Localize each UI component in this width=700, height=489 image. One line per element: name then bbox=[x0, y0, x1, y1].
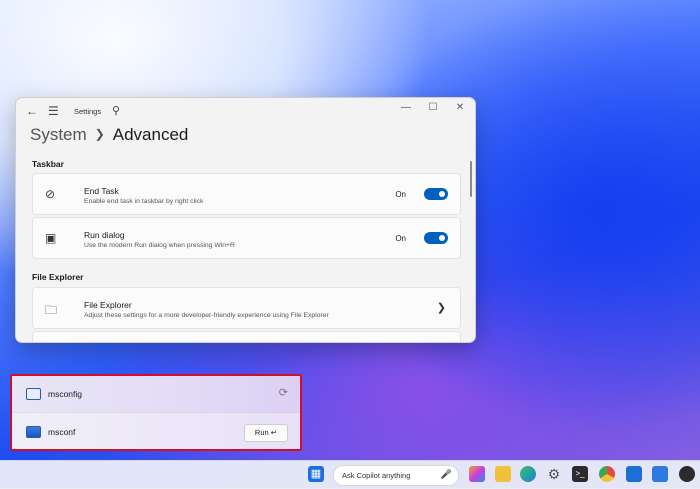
taskbar: ▦ Ask Copilot anything 🎤 ⚙ >_ bbox=[0, 460, 700, 489]
search-icon[interactable]: ⚲ bbox=[112, 104, 120, 117]
taskbar-search[interactable]: Ask Copilot anything 🎤 bbox=[333, 465, 459, 486]
folder-icon: 🗀 bbox=[45, 303, 58, 317]
run-input[interactable]: msconf bbox=[48, 427, 75, 437]
minimize-icon[interactable]: — bbox=[399, 102, 413, 113]
arrow-left-icon[interactable]: ← bbox=[26, 104, 38, 118]
title-bar: ← ☰ Settings ⚲ — ☐ ✕ bbox=[16, 98, 475, 126]
section-taskbar-title: Taskbar bbox=[32, 159, 64, 169]
chevron-right-icon: ❯ bbox=[436, 302, 446, 314]
enter-icon: ↵ bbox=[270, 428, 278, 437]
run-app-icon bbox=[26, 426, 41, 438]
store-icon[interactable] bbox=[652, 466, 668, 482]
window-app-icon bbox=[26, 388, 41, 400]
run-button[interactable]: Run ↵ bbox=[244, 424, 288, 442]
file-explorer-setting[interactable]: 🗀 File Explorer Adjust these settings fo… bbox=[32, 287, 461, 329]
run-dialog: msconfig ⟳ msconf Run ↵ bbox=[10, 374, 302, 451]
section-file-explorer-title: File Explorer bbox=[32, 272, 84, 282]
run-button-label: Run bbox=[254, 428, 269, 437]
setting-title: Run dialog bbox=[84, 230, 125, 240]
search-placeholder: Ask Copilot anything bbox=[342, 471, 411, 480]
run-dialog-toggle[interactable] bbox=[424, 232, 448, 244]
next-setting-card[interactable] bbox=[32, 331, 461, 342]
setting-description: Use the modern Run dialog when pressing … bbox=[84, 242, 235, 249]
maximize-icon[interactable]: ☐ bbox=[426, 102, 440, 113]
settings-window: ← ☰ Settings ⚲ — ☐ ✕ System ❯ Advanced Tas… bbox=[15, 97, 476, 343]
run-input-row[interactable]: msconf Run ↵ bbox=[12, 412, 300, 449]
setting-title: End Task bbox=[84, 186, 119, 196]
chevron-right-icon: ❯ bbox=[94, 127, 105, 141]
outlook-icon[interactable] bbox=[626, 466, 642, 482]
window-title: Settings bbox=[74, 107, 102, 116]
file-explorer-icon[interactable] bbox=[495, 466, 511, 482]
end-task-toggle[interactable] bbox=[424, 188, 448, 200]
setting-description: Enable end task in taskbar by right clic… bbox=[84, 198, 204, 205]
toggle-state-label: On bbox=[395, 234, 406, 243]
copilot-icon[interactable] bbox=[469, 466, 485, 482]
toggle-state-label: On bbox=[395, 190, 406, 199]
page-title: Advanced bbox=[112, 125, 189, 144]
end-task-icon: ⊘ bbox=[45, 187, 56, 201]
suggestion-text: msconfig bbox=[48, 389, 83, 399]
breadcrumb-system[interactable]: System bbox=[30, 125, 87, 144]
edge-icon[interactable] bbox=[520, 466, 536, 482]
history-icon: ⟳ bbox=[278, 387, 288, 399]
hamburger-icon[interactable]: ☰ bbox=[48, 104, 59, 118]
start-icon[interactable]: ▦ bbox=[308, 466, 324, 482]
terminal-icon[interactable]: >_ bbox=[572, 466, 588, 482]
run-dialog-icon: ▣ bbox=[45, 231, 57, 245]
close-icon[interactable]: ✕ bbox=[453, 102, 467, 113]
run-suggestion-row[interactable]: msconfig ⟳ bbox=[12, 376, 300, 411]
microphone-icon[interactable]: 🎤 bbox=[441, 469, 452, 480]
run-dialog-setting[interactable]: ▣ Run dialog Use the modern Run dialog w… bbox=[32, 217, 461, 259]
setting-title: File Explorer bbox=[84, 300, 132, 310]
scrollbar[interactable] bbox=[470, 161, 472, 197]
settings-icon[interactable]: ⚙ bbox=[546, 466, 562, 482]
setting-description: Adjust these settings for a more develop… bbox=[84, 312, 329, 319]
breadcrumb: System ❯ Advanced bbox=[30, 125, 188, 145]
end-task-setting[interactable]: ⊘ End Task Enable end task in taskbar by… bbox=[32, 173, 461, 215]
chrome-icon[interactable] bbox=[599, 466, 615, 482]
xbox-icon[interactable] bbox=[679, 466, 695, 482]
